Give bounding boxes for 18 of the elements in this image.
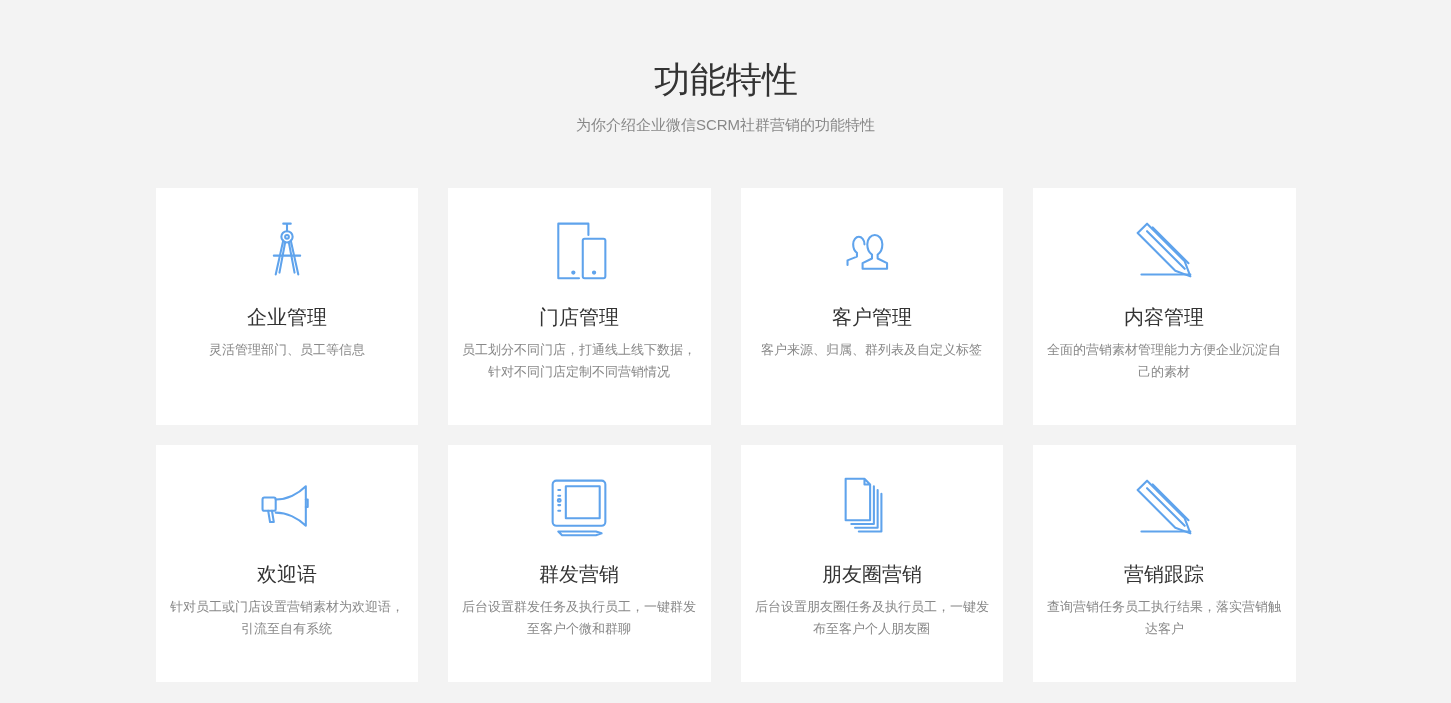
feature-title: 内容管理 [1124,305,1205,330]
feature-title: 群发营销 [539,562,620,587]
feature-description: 后台设置朋友圈任务及执行员工，一键发布至客户个人朋友圈 [753,598,990,638]
feature-title: 营销跟踪 [1124,562,1205,587]
feature-title: 门店管理 [539,305,620,330]
feature-description: 后台设置群发任务及执行员工，一键群发至客户个微和群聊 [461,598,698,638]
section-title: 功能特性 [653,58,798,102]
feature-title: 欢迎语 [256,562,317,587]
feature-title: 朋友圈营销 [821,562,922,587]
feature-title: 企业管理 [246,305,327,330]
feature-description: 全面的营销素材管理能力方便企业沉淀自己的素材 [1046,341,1283,381]
feature-description: 员工划分不同门店，打通线上线下数据，针对不同门店定制不同营销情况 [461,341,698,381]
feature-description: 客户来源、归属、群列表及自定义标签 [761,341,983,359]
feature-title: 客户管理 [831,305,912,330]
feature-description: 针对员工或门店设置营销素材为欢迎语，引流至自有系统 [168,598,405,638]
feature-description: 查询营销任务员工执行结果，落实营销触达客户 [1046,598,1283,638]
section-subtitle: 为你介绍企业微信SCRM社群营销的功能特性 [575,115,876,135]
feature-description: 灵活管理部门、员工等信息 [208,341,365,359]
